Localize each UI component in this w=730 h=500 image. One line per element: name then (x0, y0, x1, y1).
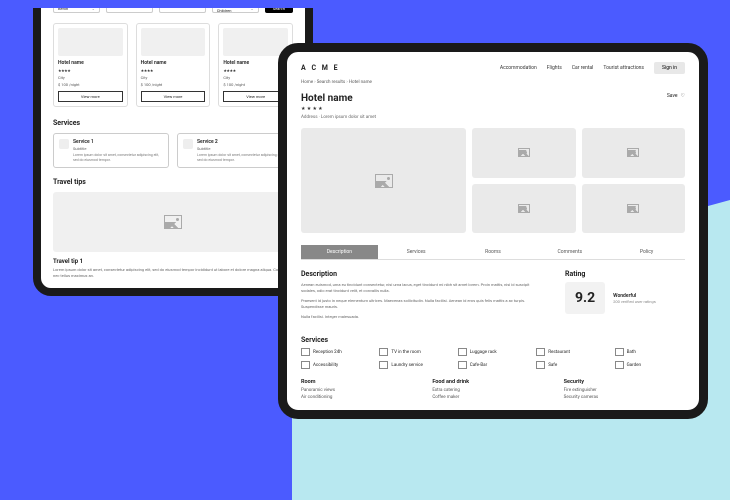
checkout-input[interactable] (159, 8, 206, 13)
tab-rooms[interactable]: Rooms (455, 245, 532, 259)
service-card[interactable]: Service 2 Subtitle Lorem ipsum dolor sit… (177, 133, 293, 168)
rating-score: 9.2 (565, 282, 605, 314)
svc-bath: Bath (615, 348, 685, 356)
list-item: Security cameras (564, 395, 685, 400)
image-placeholder (223, 28, 288, 56)
list-item: Coffee maker (432, 395, 553, 400)
image-icon (627, 148, 639, 157)
food-heading: Food and drink (432, 379, 553, 385)
room-heading: Room (301, 379, 422, 385)
view-more-button[interactable]: View more (58, 91, 123, 102)
tip-desc: Lorem ipsum dolor sit amet, consectetur … (53, 267, 293, 278)
top-nav: A C M E Accommodation Flights Car rental… (301, 62, 685, 74)
tab-services[interactable]: Services (378, 245, 455, 259)
image-icon (518, 204, 530, 213)
svc-accessibility: Accessibility (301, 361, 371, 369)
services-heading: Services (53, 119, 293, 127)
nav-flights[interactable]: Flights (547, 65, 562, 71)
nav-car-rental[interactable]: Car rental (572, 65, 594, 71)
tab-description[interactable]: Description (301, 245, 378, 259)
rating-heading: Rating (565, 270, 685, 278)
crumb-home[interactable]: Home (301, 80, 313, 85)
hotel-card[interactable]: Hotel name ★★★★ City $ 100 /night View m… (136, 23, 211, 107)
svc-laundry: Laundry service (379, 361, 449, 369)
tab-comments[interactable]: Comments (531, 245, 608, 259)
hotel-address: Address · Lorem ipsum dolor sit amet (301, 115, 376, 120)
image-icon (627, 204, 639, 213)
hotel-card[interactable]: Hotel name ★★★★ City $ 100 /night View m… (53, 23, 128, 107)
search-button[interactable]: Search (265, 8, 293, 13)
crumb-current: Hotel name (349, 80, 372, 85)
security-heading: Security (564, 379, 685, 385)
tips-heading: Travel tips (53, 178, 293, 186)
svc-cafe: Cafe-Bar (458, 361, 528, 369)
tab-policy[interactable]: Policy (608, 245, 685, 259)
services-grid: Reception 24h TV in the room Luggage rac… (301, 348, 685, 369)
service-icon (183, 139, 193, 149)
service-card[interactable]: Service 1 Subtitle Lorem ipsum dolor sit… (53, 133, 169, 168)
svc-luggage: Luggage rack (458, 348, 528, 356)
service-icon (59, 139, 69, 149)
image-icon (164, 215, 182, 229)
svc-safe: Safe (536, 361, 606, 369)
front-tablet: A C M E Accommodation Flights Car rental… (278, 43, 708, 419)
image-icon (375, 174, 393, 188)
image-placeholder (58, 28, 123, 56)
tab-bar: Description Services Rooms Comments Poli… (301, 245, 685, 260)
guests-input[interactable]: 2 Adults · 0 Children⌄ (212, 8, 259, 13)
list-item: Extra catering (432, 388, 553, 393)
page-title: Hotel name (301, 93, 376, 104)
description-text: Nulla facilisi. Integer malesuada. (301, 314, 545, 320)
dest-input[interactable]: Berlin⌄ (53, 8, 100, 13)
search-bar: Destination Berlin⌄ Check-in Check-out G… (53, 8, 293, 13)
gallery-thumb[interactable] (472, 128, 575, 178)
breadcrumb: Home › Search results › Hotel name (301, 80, 685, 85)
gallery-thumb[interactable] (582, 184, 685, 234)
back-tablet: Destination Berlin⌄ Check-in Check-out G… (33, 8, 313, 296)
heart-icon: ♡ (681, 93, 685, 99)
svc-reception: Reception 24h (301, 348, 371, 356)
star-rating: ★ ★ ★ ★ (301, 106, 376, 112)
list-item: Air conditioning (301, 395, 422, 400)
gallery-thumb[interactable] (472, 184, 575, 234)
checkin-input[interactable] (106, 8, 153, 13)
gallery-main[interactable] (301, 128, 466, 233)
list-item: Panoramic views (301, 388, 422, 393)
crumb-results[interactable]: Search results (317, 80, 346, 85)
chevron-down-icon: ⌄ (92, 8, 95, 11)
svc-garden: Garden (615, 361, 685, 369)
brand-logo[interactable]: A C M E (301, 64, 340, 72)
tip-title: Travel tip 1 (53, 258, 293, 265)
view-more-button[interactable]: View more (141, 91, 206, 102)
tip-image (53, 192, 293, 252)
description-heading: Description (301, 270, 545, 278)
photo-gallery (301, 128, 685, 233)
svc-restaurant: Restaurant (536, 348, 606, 356)
nav-accommodation[interactable]: Accommodation (500, 65, 537, 71)
nav-tourist[interactable]: Tourist attractions (603, 65, 644, 71)
description-text: Praesent id justo in neque elementum ult… (301, 298, 545, 310)
svc-tv: TV in the room (379, 348, 449, 356)
description-text: Aenean euismod, urna eu tincidunt consec… (301, 282, 545, 294)
list-item: Fire extinguisher (564, 388, 685, 393)
services-heading: Services (301, 336, 685, 344)
hotel-cards: Hotel name ★★★★ City $ 100 /night View m… (53, 23, 293, 107)
rating-sub: 200 verified user ratings (613, 299, 656, 304)
save-button[interactable]: Save ♡ (667, 93, 685, 99)
gallery-thumb[interactable] (582, 128, 685, 178)
chevron-down-icon: ⌄ (250, 8, 253, 11)
image-icon (518, 148, 530, 157)
image-placeholder (141, 28, 206, 56)
signin-button[interactable]: Sign in (654, 62, 685, 74)
